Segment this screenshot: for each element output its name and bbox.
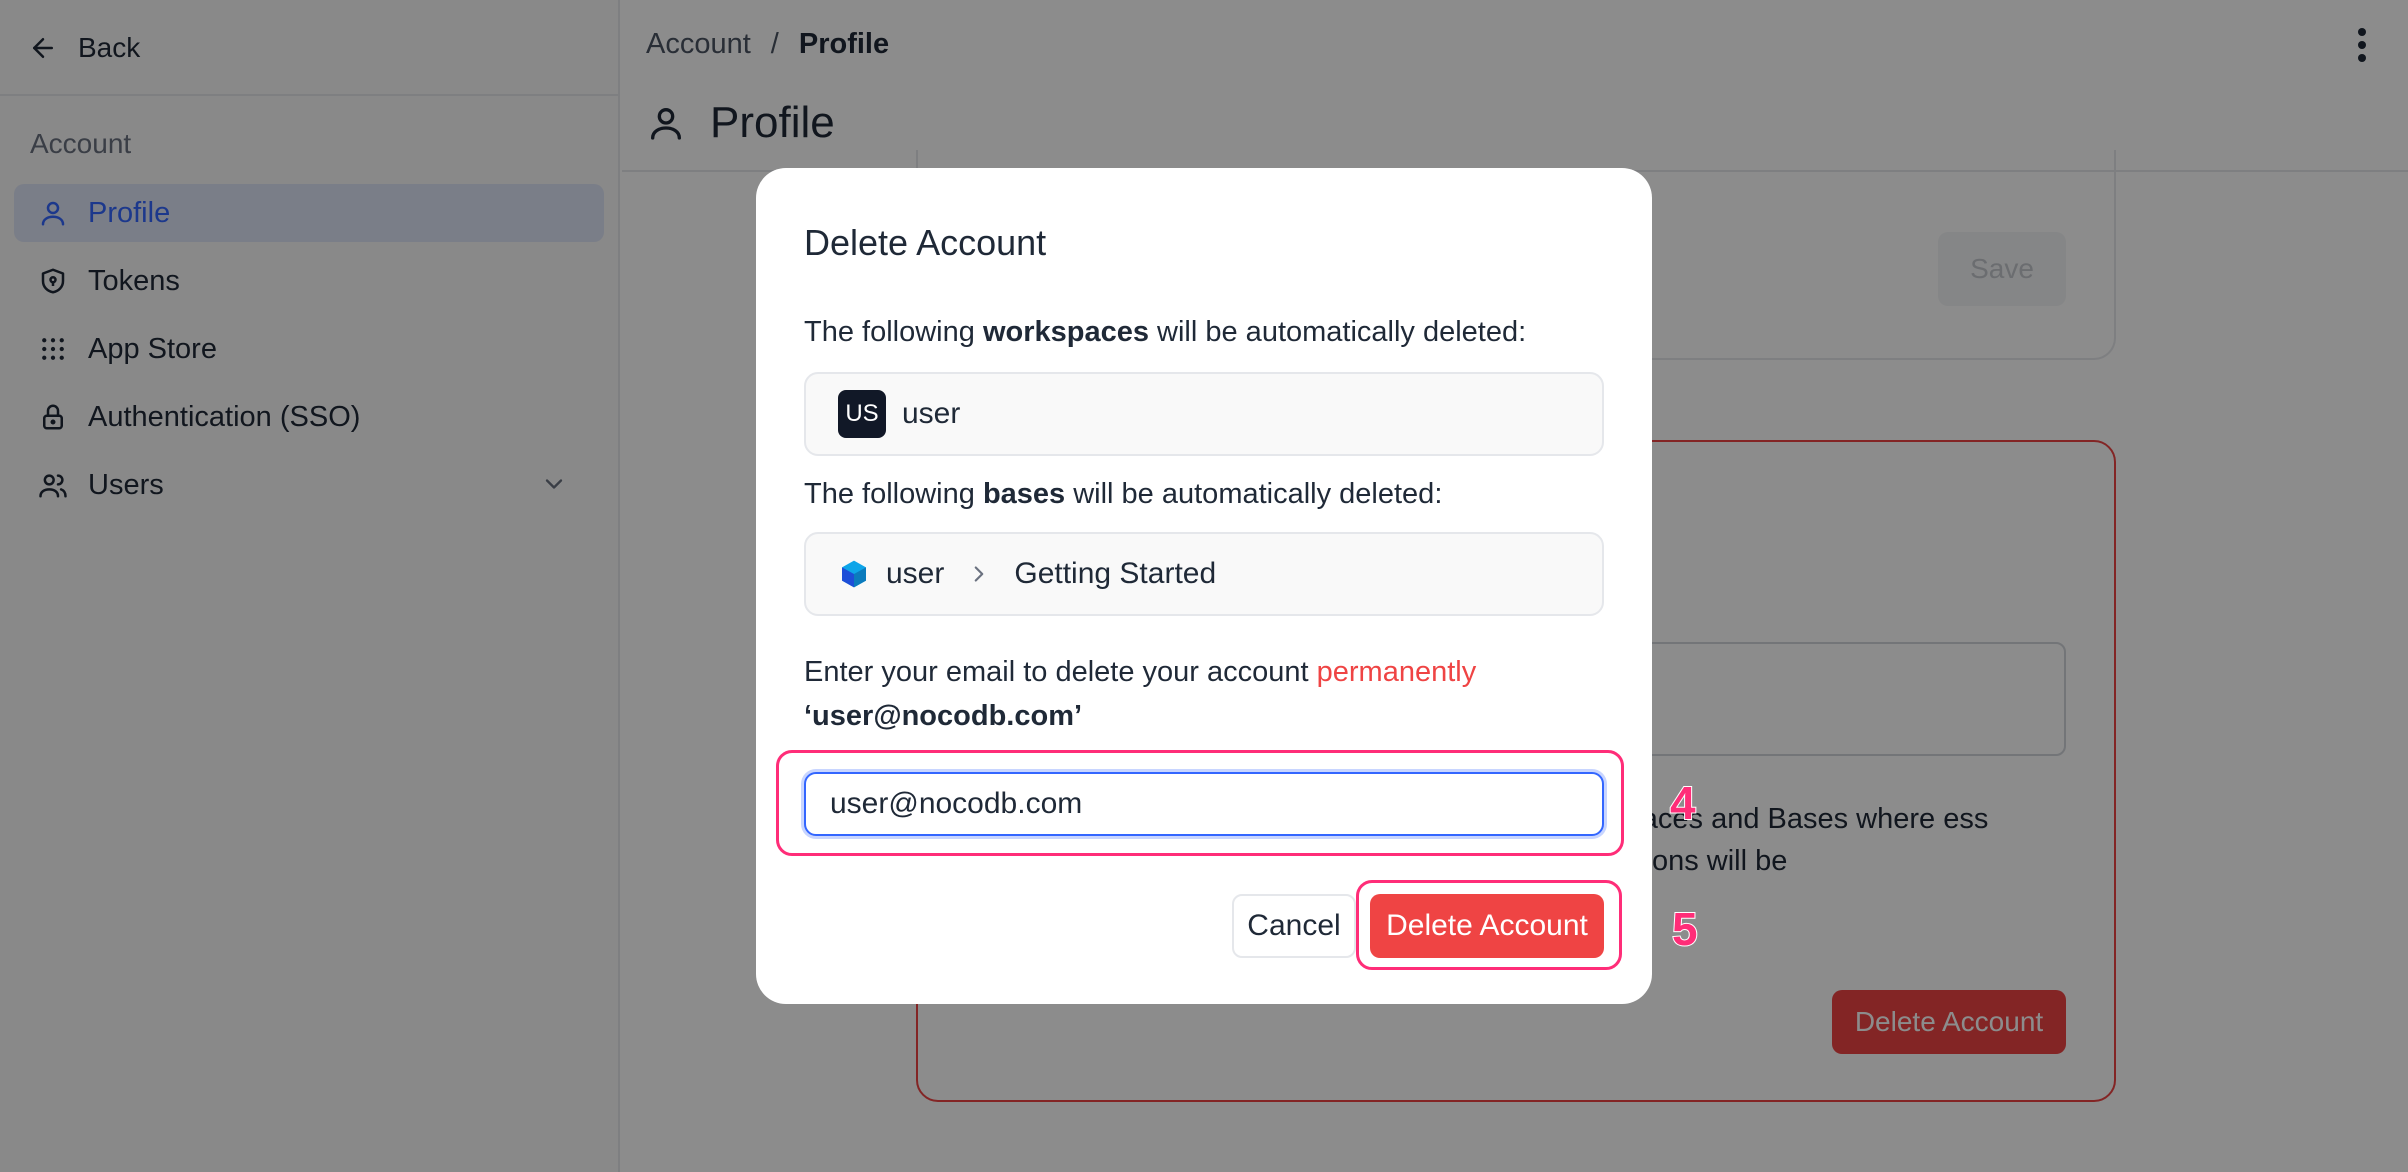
- modal-title: Delete Account: [804, 222, 1047, 263]
- workspace-avatar: US: [838, 390, 886, 438]
- bases-notice: The following bases will be automaticall…: [804, 478, 1443, 510]
- workspaces-notice: The following workspaces will be automat…: [804, 316, 1527, 348]
- workspace-name: user: [902, 397, 961, 430]
- workspace-list-item: US user: [804, 372, 1604, 456]
- step-marker-4: 4: [1669, 776, 1697, 830]
- base-workspace-name: user: [886, 557, 945, 590]
- highlight-delete-button: [1356, 880, 1622, 970]
- step-marker-5: 5: [1671, 902, 1699, 956]
- confirm-email-hint: ‘user@nocodb.com’: [804, 700, 1083, 732]
- highlight-email-input: [776, 750, 1624, 856]
- base-list-item: user Getting Started: [804, 532, 1604, 616]
- cancel-button[interactable]: Cancel: [1232, 894, 1356, 958]
- base-name: Getting Started: [1014, 557, 1217, 590]
- confirm-instructions: Enter your email to delete your account …: [804, 656, 1477, 688]
- delete-account-modal: Delete Account The following workspaces …: [756, 168, 1652, 1004]
- base-icon: [842, 560, 866, 588]
- chevron-right-icon: [975, 566, 984, 582]
